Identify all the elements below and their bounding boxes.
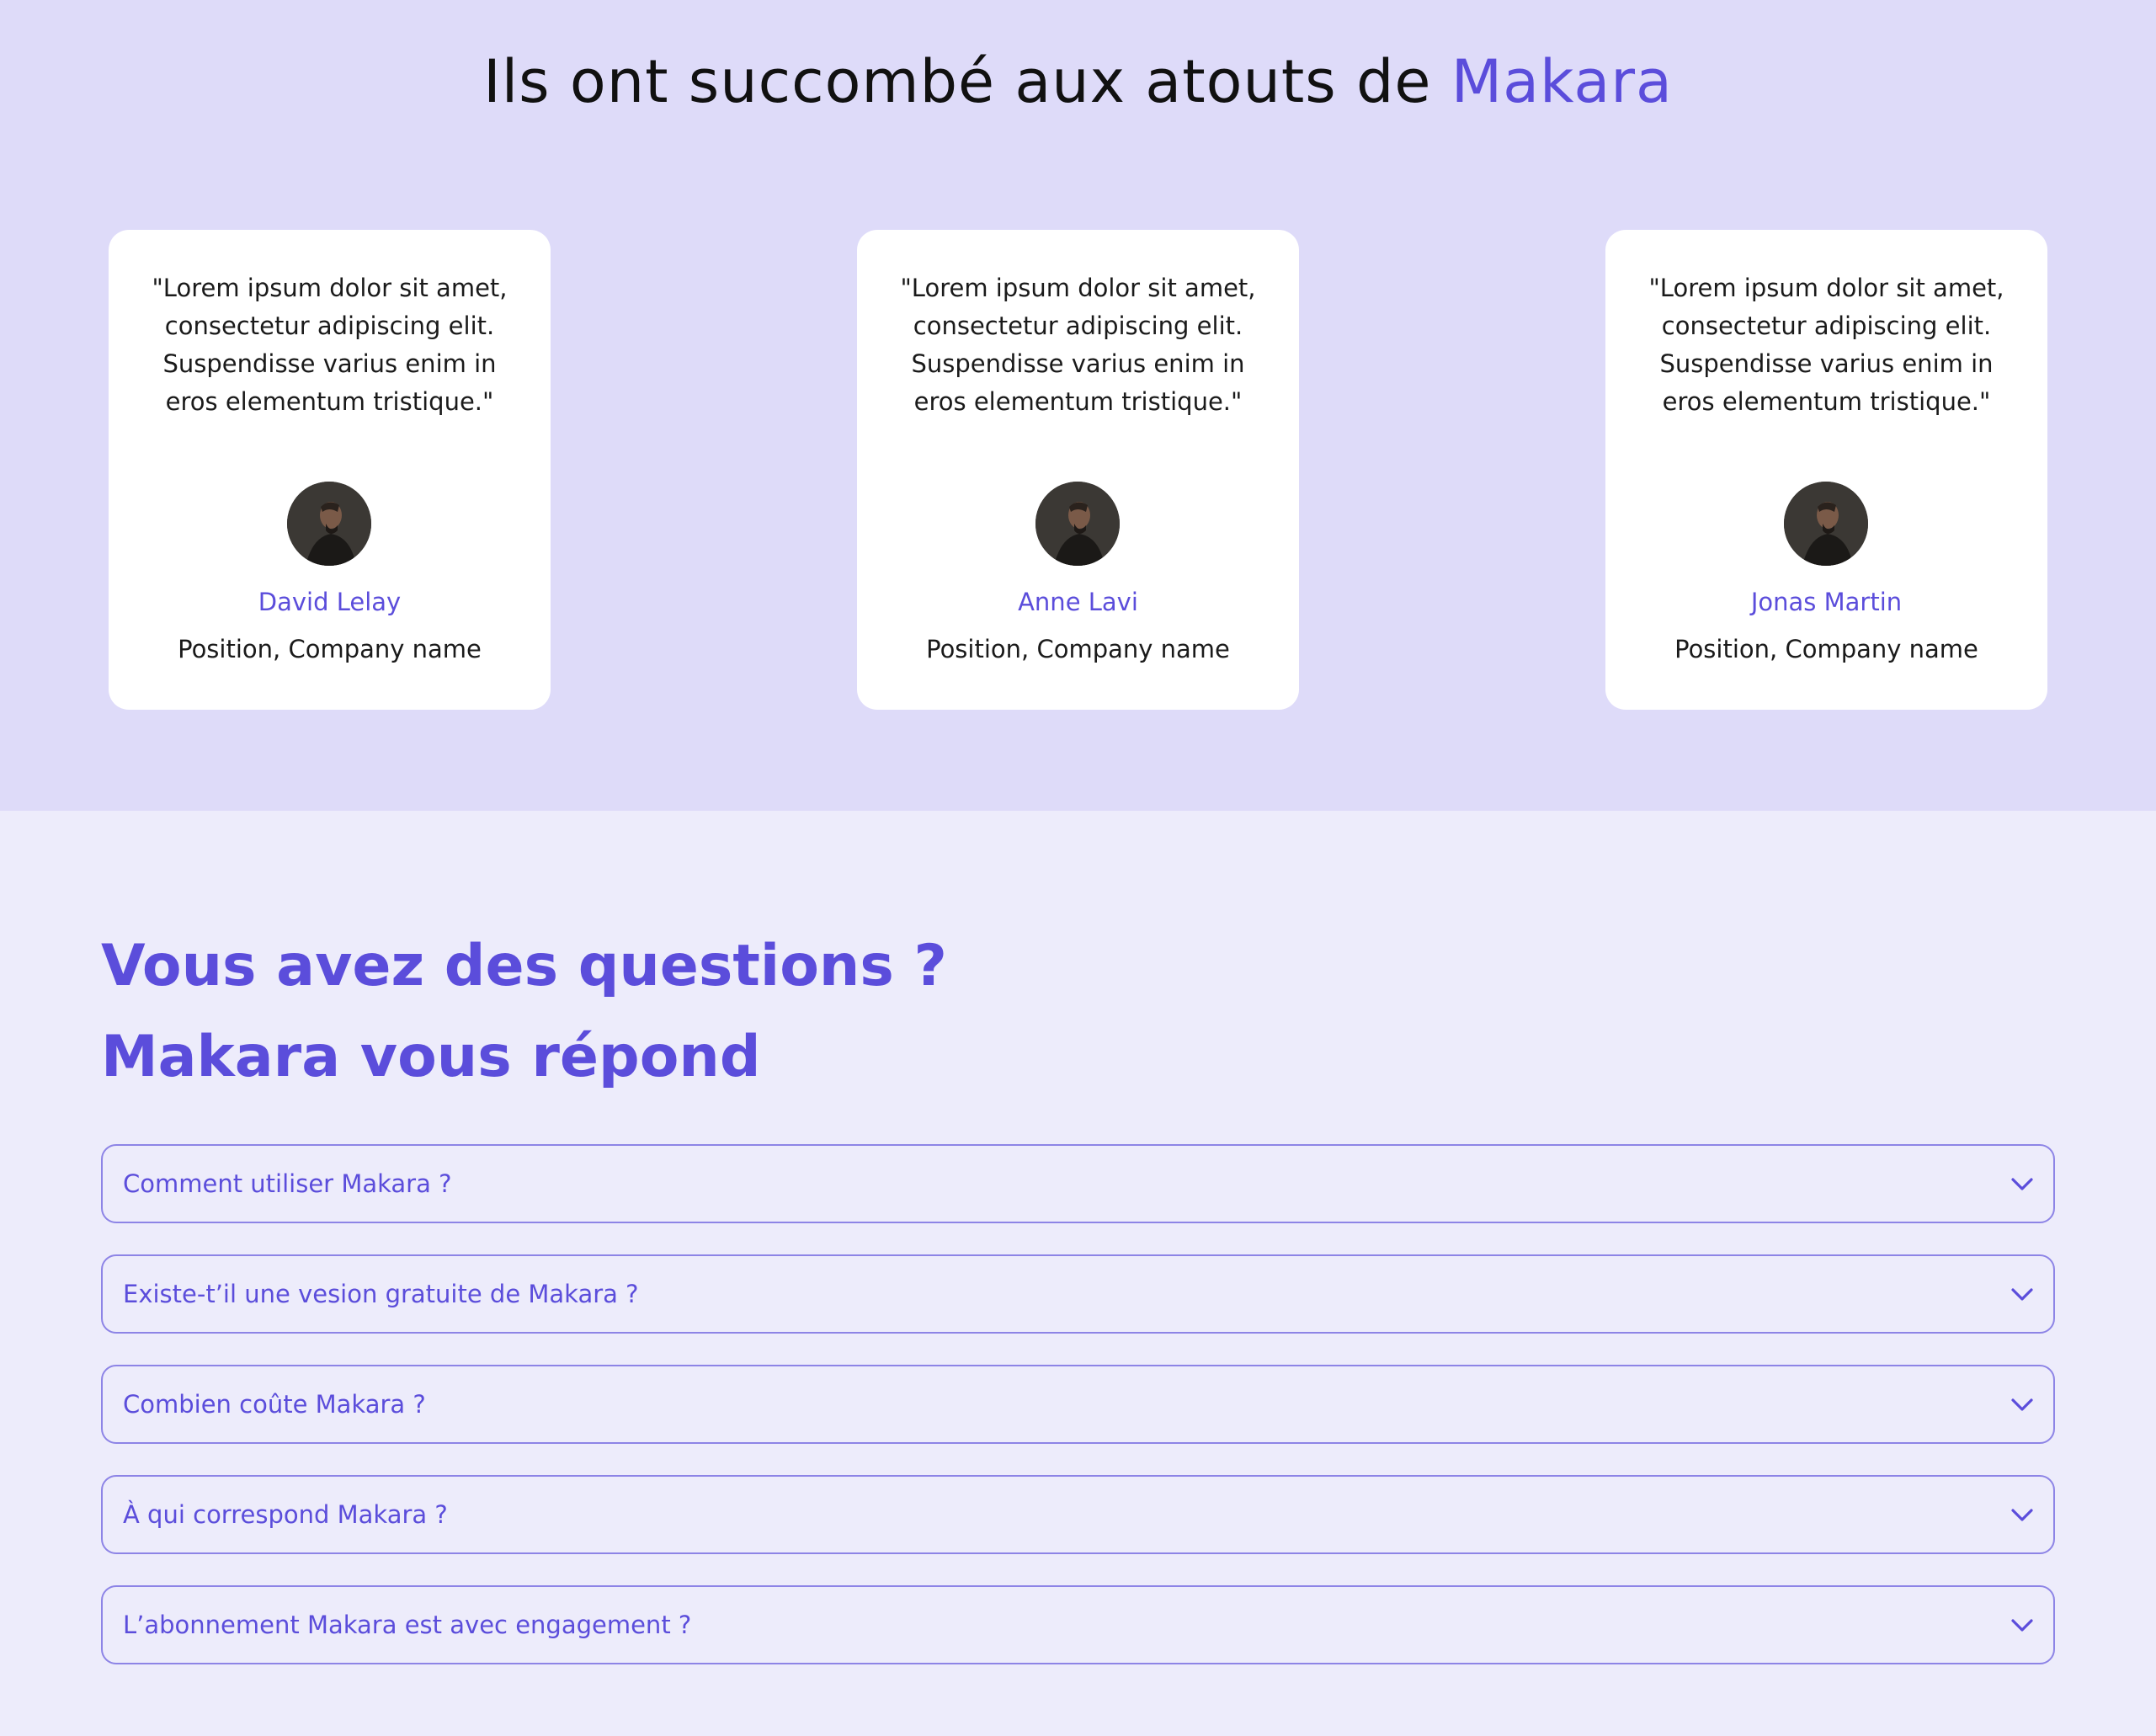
faq-question: Comment utiliser Makara ? (123, 1169, 452, 1198)
person-position: Position, Company name (926, 635, 1230, 663)
chevron-down-icon (2011, 1509, 2033, 1521)
faq-question: L’abonnement Makara est avec engagement … (123, 1611, 692, 1639)
faq-question: Combien coûte Makara ? (123, 1390, 426, 1419)
faq-item[interactable]: À qui correspond Makara ? (101, 1475, 2055, 1554)
testimonial-card: "Lorem ipsum dolor sit amet, consectetur… (1605, 230, 2047, 710)
testimonials-title: Ils ont succombé aux atouts de Makara (0, 44, 2156, 120)
testimonial-card: "Lorem ipsum dolor sit amet, consectetur… (109, 230, 551, 710)
testimonial-quote: "Lorem ipsum dolor sit amet, consectetur… (1648, 274, 2004, 416)
faq-item[interactable]: Existe-t’il une vesion gratuite de Makar… (101, 1254, 2055, 1334)
chevron-down-icon (2011, 1178, 2033, 1190)
faq-item[interactable]: Comment utiliser Makara ? (101, 1144, 2055, 1223)
faq-item[interactable]: Combien coûte Makara ? (101, 1365, 2055, 1444)
chevron-down-icon (2011, 1619, 2033, 1632)
faq-item[interactable]: L’abonnement Makara est avec engagement … (101, 1585, 2055, 1664)
avatar (1784, 482, 1868, 566)
testimonial-quote: "Lorem ipsum dolor sit amet, consectetur… (900, 274, 1256, 416)
testimonials-section: Ils ont succombé aux atouts de Makara "L… (0, 0, 2156, 811)
person-name: Anne Lavi (1018, 588, 1138, 616)
testimonial-card: "Lorem ipsum dolor sit amet, consectetur… (857, 230, 1299, 710)
chevron-down-icon (2011, 1398, 2033, 1411)
testimonials-title-prefix: Ils ont succombé aux atouts de (483, 47, 1451, 116)
testimonial-quote: "Lorem ipsum dolor sit amet, consectetur… (152, 274, 508, 416)
faq-question: À qui correspond Makara ? (123, 1500, 448, 1529)
faq-title: Vous avez des questions ? Makara vous ré… (101, 921, 947, 1103)
avatar (1035, 482, 1120, 566)
faq-section: Vous avez des questions ? Makara vous ré… (0, 811, 2156, 1736)
person-position: Position, Company name (1674, 635, 1978, 663)
faq-title-line2: Makara vous répond (101, 1024, 761, 1090)
testimonials-title-brand: Makara (1451, 47, 1673, 116)
avatar (287, 482, 371, 566)
chevron-down-icon (2011, 1288, 2033, 1301)
person-position: Position, Company name (178, 635, 482, 663)
person-name: Jonas Martin (1750, 588, 1903, 616)
person-name: David Lelay (258, 588, 402, 616)
faq-question: Existe-t’il une vesion gratuite de Makar… (123, 1280, 639, 1308)
faq-title-line1: Vous avez des questions ? (101, 933, 947, 999)
